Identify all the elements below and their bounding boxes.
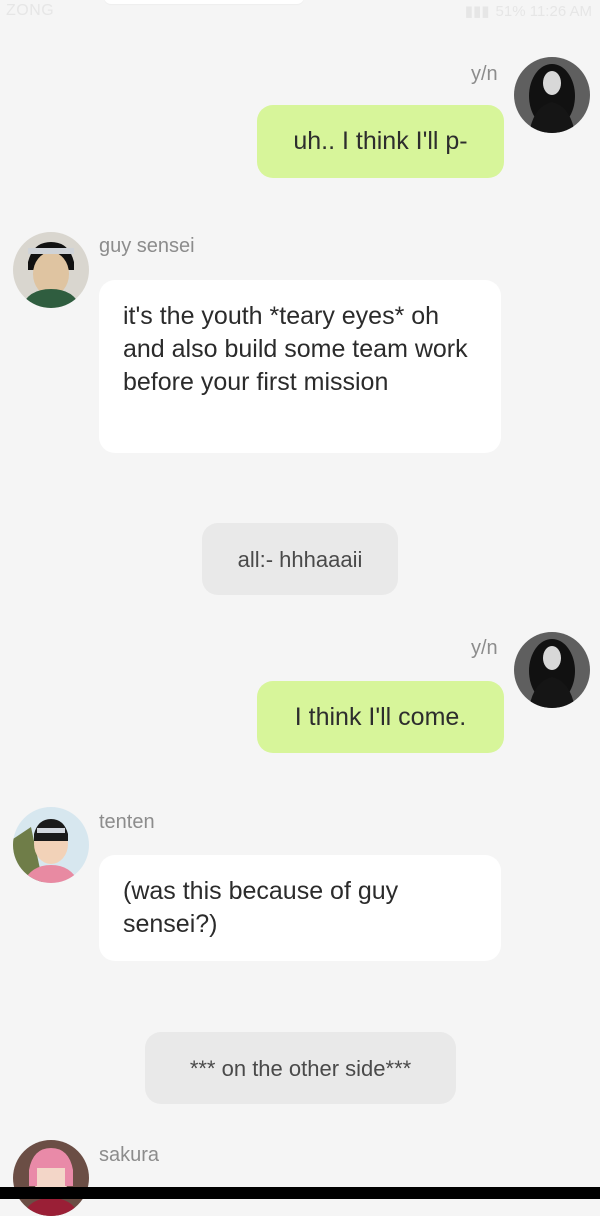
guy-sensei-avatar-icon (13, 232, 89, 308)
notification-pill (104, 0, 304, 4)
message-bubble-outgoing-2: I think I'll come. (257, 681, 504, 753)
message-bubble-incoming: it's the youth *teary eyes* oh and also … (99, 280, 501, 453)
message-bubble-outgoing: uh.. I think I'll p- (257, 105, 504, 178)
bottom-bar (0, 1187, 600, 1199)
sender-name-yn: y/n (471, 63, 498, 85)
carrier-label: ZONG (6, 2, 55, 19)
message-bubble-incoming-2: (was this because of guy sensei?) (99, 855, 501, 961)
guy-avatar[interactable] (13, 232, 89, 308)
narration-text: all:- hhhaaaii (237, 546, 363, 572)
sakura-avatar-icon (13, 1140, 89, 1216)
signal-icon: ▮▮▮ (464, 3, 490, 20)
sender-name-sakura: sakura (99, 1144, 160, 1166)
dark-hair-avatar-icon (514, 57, 590, 133)
sender-name-yn-2: y/n (471, 637, 498, 659)
narration-bubble-2: *** on the other side*** (145, 1032, 456, 1104)
sakura-avatar[interactable] (13, 1140, 89, 1216)
yn-avatar[interactable] (514, 57, 590, 133)
sender-name-guy-sensei: guy sensei (99, 235, 195, 257)
status-bar: ZONG ▮▮▮ 51% 11:26 AM (0, 0, 600, 24)
narration-bubble: all:- hhhaaaii (202, 523, 398, 595)
status-right: ▮▮▮ 51% 11:26 AM (464, 2, 592, 21)
status-time: 51% 11:26 AM (495, 2, 592, 20)
message-text: (was this because of guy sensei?) (123, 877, 399, 938)
message-text: uh.. I think I'll p- (293, 127, 468, 155)
tenten-avatar[interactable] (13, 807, 89, 883)
narration-text: *** on the other side*** (189, 1055, 412, 1081)
yn-avatar-2[interactable] (514, 632, 590, 708)
sender-name-tenten: tenten (99, 811, 155, 833)
tenten-avatar-icon (13, 807, 89, 883)
message-text: I think I'll come. (294, 702, 467, 731)
message-text: it's the youth *teary eyes* oh and also … (123, 302, 468, 396)
dark-hair-avatar-icon (514, 632, 590, 708)
